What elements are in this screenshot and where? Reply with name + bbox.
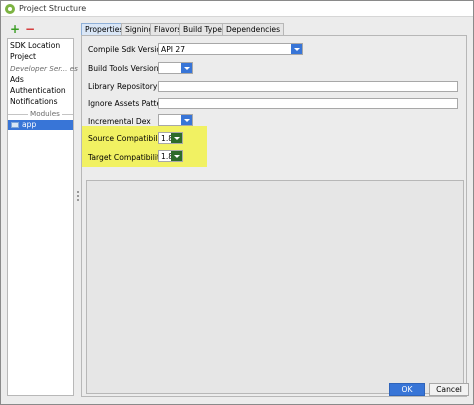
sidebar-item-sdk-location[interactable]: SDK Location <box>10 41 60 50</box>
sidebar: SDK Location Project Developer Ser... es… <box>7 38 78 396</box>
ignore-assets-field[interactable] <box>158 98 458 109</box>
build-tools-label: Build Tools Version <box>88 64 159 73</box>
remove-icon[interactable]: − <box>24 23 36 35</box>
project-structure-window: Project Structure + − SDK Location Proje… <box>0 0 474 405</box>
chevron-down-icon[interactable] <box>171 151 182 161</box>
properties-panel: Compile Sdk Version API 27 Build Tools V… <box>81 35 467 397</box>
modules-separator: Modules <box>8 109 73 119</box>
incremental-dex-label: Incremental Dex <box>88 117 151 126</box>
grip-dot <box>77 195 79 197</box>
chevron-down-icon[interactable] <box>181 115 192 125</box>
modules-header: Modules <box>28 109 62 118</box>
android-studio-icon <box>5 4 15 14</box>
source-compatibility-label: Source Compatibility <box>88 134 168 143</box>
library-repository-field[interactable] <box>158 81 458 92</box>
target-compatibility-label: Target Compatibility <box>88 153 165 162</box>
sidebar-toolbar: + − <box>5 23 75 37</box>
chevron-down-icon[interactable] <box>181 63 192 73</box>
title-bar: Project Structure <box>1 1 473 17</box>
sidebar-item-ads[interactable]: Ads <box>10 75 24 84</box>
ok-button[interactable]: OK <box>389 383 425 396</box>
sidebar-item-project[interactable]: Project <box>10 52 36 61</box>
chevron-down-icon[interactable] <box>291 44 302 54</box>
module-folder-icon <box>11 122 19 128</box>
source-compatibility-select[interactable]: 1.8 <box>158 132 183 144</box>
module-label: app <box>22 120 37 129</box>
grip-dot <box>77 199 79 201</box>
sidebar-item-authentication[interactable]: Authentication <box>10 86 66 95</box>
chevron-down-icon[interactable] <box>171 133 182 143</box>
compile-sdk-label: Compile Sdk Version <box>88 45 166 54</box>
grip-dot <box>77 191 79 193</box>
developer-services-suffix: es <box>69 64 78 73</box>
developer-services-label: Developer Ser... <box>10 64 68 73</box>
target-compatibility-select[interactable]: 1.8 <box>158 150 183 162</box>
compile-sdk-value: API 27 <box>161 45 186 54</box>
cancel-button[interactable]: Cancel <box>429 383 469 396</box>
library-repository-label: Library Repository <box>88 82 158 91</box>
sidebar-item-app[interactable]: app <box>8 120 73 130</box>
add-icon[interactable]: + <box>9 23 21 35</box>
ignore-assets-label: Ignore Assets Pattern <box>88 99 170 108</box>
details-area <box>86 180 464 394</box>
sidebar-item-notifications[interactable]: Notifications <box>10 97 58 106</box>
compile-sdk-select[interactable]: API 27 <box>158 43 303 55</box>
sidebar-header-developer-services: Developer Ser... es <box>10 64 78 73</box>
incremental-dex-select[interactable] <box>158 114 193 126</box>
build-tools-select[interactable] <box>158 62 193 74</box>
window-title: Project Structure <box>19 4 87 13</box>
splitter-handle[interactable] <box>77 191 80 203</box>
